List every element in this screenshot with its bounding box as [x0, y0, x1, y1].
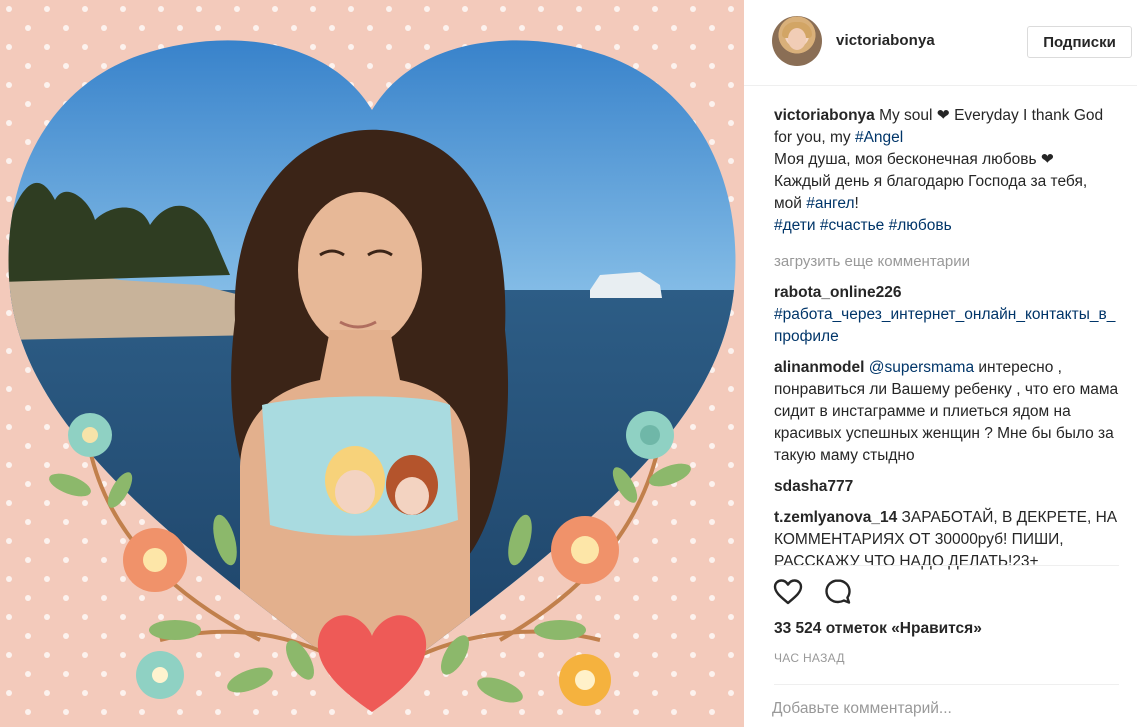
caption-text: ! — [854, 195, 859, 212]
comment: sdasha777 — [774, 476, 1119, 498]
post-sidebar: victoriabonya Подписки victoriabonya My … — [744, 0, 1137, 727]
caption: victoriabonya My soul ❤ Everyday I thank… — [774, 105, 1119, 237]
caption-username[interactable]: victoriabonya — [774, 107, 875, 124]
owner-avatar[interactable] — [772, 16, 822, 66]
divider — [774, 684, 1119, 685]
hashtag-link[interactable]: #работа_через_интернет_онлайн_контакты_в… — [774, 306, 1115, 345]
likes-count[interactable]: 33 524 отметок «Нравится» — [774, 620, 982, 638]
comments-list: victoriabonya My soul ❤ Everyday I thank… — [774, 105, 1119, 582]
post-timestamp[interactable]: ЧАС НАЗАД — [774, 651, 845, 665]
caption-text: Моя душа, моя бесконечная любовь ❤ — [774, 151, 1054, 168]
hashtag-link[interactable]: #Angel — [855, 129, 903, 146]
comment: alinanmodel @supersmama интересно , понр… — [774, 357, 1119, 467]
owner-username[interactable]: victoriabonya — [836, 32, 935, 49]
comment: t.zemlyanova_14 ЗАРАБОТАЙ, В ДЕКРЕТЕ, НА… — [774, 507, 1119, 573]
comment-username[interactable]: rabota_online226 — [774, 284, 902, 301]
avatar-face — [788, 28, 806, 50]
post-header: victoriabonya Подписки — [744, 0, 1137, 86]
load-more-comments[interactable]: загрузить еще комментарии — [774, 251, 1119, 273]
comment: rabota_online226 #работа_через_интернет_… — [774, 282, 1119, 348]
hashtag-link[interactable]: #любовь — [889, 217, 952, 234]
divider — [774, 565, 1119, 566]
post-photo[interactable] — [0, 0, 744, 727]
add-comment-input[interactable] — [772, 696, 1112, 722]
comment-username[interactable]: t.zemlyanova_14 — [774, 509, 897, 526]
mention-link[interactable]: @supersmama — [869, 359, 974, 376]
hashtag-link[interactable]: #счастье — [820, 217, 884, 234]
comment-username[interactable]: alinanmodel — [774, 359, 864, 376]
post-image — [0, 0, 744, 727]
speech-bubble-icon[interactable] — [822, 576, 854, 608]
heart-outline-icon[interactable] — [772, 576, 804, 608]
hashtag-link[interactable]: #дети — [774, 217, 816, 234]
comment-username[interactable]: sdasha777 — [774, 478, 853, 495]
hashtag-link[interactable]: #ангел — [806, 195, 854, 212]
following-button[interactable]: Подписки — [1027, 26, 1132, 58]
